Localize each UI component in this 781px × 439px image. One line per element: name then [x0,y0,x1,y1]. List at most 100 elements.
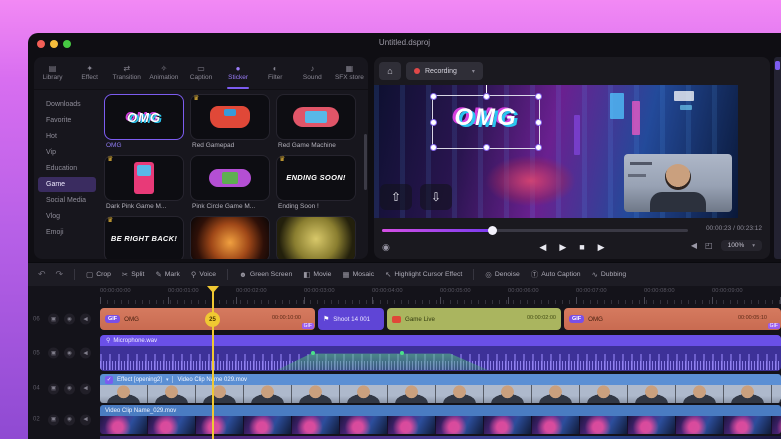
tab-sticker[interactable]: ● Sticker [220,57,257,89]
hide-track-icon[interactable]: ◉ [64,313,75,325]
mute-track-icon[interactable]: ◀ [80,347,91,359]
sticker-red-game-machine[interactable]: Red Game Machine [276,94,356,149]
split-button[interactable]: ✂ Split [122,270,145,279]
tab-sound[interactable]: ♪ Sound [294,57,331,89]
dubbing-button[interactable]: ∿ Dubbing [592,270,627,279]
tab-sfx-store[interactable]: ▦ SFX store [331,57,368,89]
sticker-dark-pink-game-machine[interactable]: ♛ Dark Pink Game M... [104,155,184,210]
clip-shoot[interactable]: ⚑ Shoot 14 001 [318,308,384,330]
mark-icon: ✎ [155,270,162,279]
preview-viewport[interactable]: OMG ⇧ ⇩ [374,85,738,218]
neon-sign [632,101,640,135]
hide-track-icon[interactable]: ◉ [64,414,75,425]
volume-button[interactable]: ◀ [691,241,697,250]
preview-zoom-select[interactable]: 100% ▾ [720,240,762,251]
clip-duration: 00:00:02:00 [526,315,556,321]
voice-button[interactable]: ⚲ Voice [191,270,216,279]
clip-game-live[interactable]: Game Live 00:00:02:00 [387,308,561,330]
category-game[interactable]: Game [38,177,96,192]
previous-frame-button[interactable]: ◀ [539,241,546,253]
lock-track-icon[interactable]: ▣ [48,313,59,325]
category-vip[interactable]: Vip [38,145,96,160]
category-education[interactable]: Education [38,161,96,176]
auto-caption-button[interactable]: Ⓣ Auto Caption [531,269,581,280]
snapshot-button[interactable]: ◉ [382,242,390,253]
category-vlog[interactable]: Vlog [38,209,96,224]
resize-handle[interactable] [535,144,542,151]
tab-effect[interactable]: ✦ Effect [71,57,108,89]
neon-sign [674,91,694,101]
category-social-media[interactable]: Social Media [38,193,96,208]
clip-game-video[interactable]: Video Clip Name_029.mov [100,405,781,434]
background-shelf [628,174,646,177]
tab-animation[interactable]: ✧ Animation [145,57,182,89]
resize-handle[interactable] [535,93,542,100]
overlay-arrow-up-button[interactable]: ⇧ [380,184,412,210]
resize-handle[interactable] [483,144,490,151]
seek-handle[interactable] [488,226,498,235]
home-button[interactable]: ⌂ [379,62,401,80]
effect-check-icon[interactable]: ✓ [105,375,113,384]
movie-button[interactable]: ◧ Movie [303,270,331,279]
mute-track-icon[interactable]: ◀ [80,414,91,425]
category-downloads[interactable]: Downloads [38,97,96,112]
panel-badge [775,61,780,70]
collapsed-side-panel[interactable] [774,57,781,259]
mosaic-button[interactable]: ▦ Mosaic [342,270,374,279]
lock-track-icon[interactable]: ▣ [48,414,59,425]
undo-button[interactable]: ↶ [38,269,46,280]
playhead-badge[interactable]: 25 [205,312,220,327]
overlay-arrow-down-button[interactable]: ⇩ [420,184,452,210]
tab-filter[interactable]: ◐ Filter [257,57,294,89]
hide-track-icon[interactable]: ◉ [64,347,75,359]
sticker-red-gamepad[interactable]: ♛ Red Gamepad [190,94,270,149]
redo-button[interactable]: ↷ [56,269,64,280]
filmstrip-frame [676,416,724,434]
sticker-glow[interactable] [276,216,356,259]
resize-handle[interactable] [483,93,490,100]
mute-track-icon[interactable]: ◀ [80,383,91,394]
category-favorite[interactable]: Favorite [38,113,96,128]
playhead[interactable] [212,286,214,439]
timeline-ruler[interactable]: 00:00:00:00 00:00:01:00 00:00:02:00 00:0… [100,288,780,294]
resize-handle[interactable] [430,144,437,151]
seek-bar[interactable] [382,226,688,235]
webcam-overlay[interactable] [624,154,732,212]
sticker-omg[interactable]: OMG OMG [104,94,184,149]
highlight-cursor-effect-button[interactable]: ↖ Highlight Cursor Effect [385,270,462,279]
clip-microphone[interactable]: ⚲ Microphone.wav [100,335,781,371]
play-button[interactable]: ▶ [559,241,566,253]
stop-button[interactable]: ■ [579,241,584,253]
ruler-ticks[interactable] [100,297,781,304]
mark-button[interactable]: ✎ Mark [155,270,179,279]
hide-track-icon[interactable]: ◉ [64,383,75,394]
gamepad-art [210,106,250,128]
recording-dropdown[interactable]: Recording ▾ [406,62,483,80]
playhead-head[interactable] [207,286,219,293]
keyframe-dot[interactable] [399,351,404,355]
sticker-pink-circle-game-machine[interactable]: Pink Circle Game M... [190,155,270,210]
tab-caption[interactable]: ▭ Caption [182,57,219,89]
denoise-button[interactable]: ◎ Denoise [485,270,519,279]
clip-webcam-video[interactable]: ✓ Effect [opening2] ▾ Video Clip Name 02… [100,374,781,403]
lock-track-icon[interactable]: ▣ [48,383,59,394]
sticker-ending-soon[interactable]: ♛ ENDING SOON! Ending Soon ! [276,155,356,210]
mute-track-icon[interactable]: ◀ [80,313,91,325]
crop-button[interactable]: ▢ Crop [86,270,111,279]
clip-gif-omg-2[interactable]: GIF OMG 00:00:05:10 GIF [564,308,781,330]
green-screen-button[interactable]: ☻ Green Screen [239,270,292,279]
caption-icon: ▭ [197,64,205,73]
lock-track-icon[interactable]: ▣ [48,347,59,359]
sticker-be-right-back[interactable]: ♛ BE RIGHT BACK! [104,216,184,259]
category-emoji[interactable]: Emoji [38,225,96,240]
next-frame-button[interactable]: ▶ [598,241,605,253]
tab-transition[interactable]: ⇄ Transition [108,57,145,89]
sticker-grid-scrollbar[interactable] [364,134,367,190]
omg-sticker-overlay[interactable]: OMG [430,85,542,151]
resize-handle[interactable] [430,93,437,100]
fullscreen-button[interactable]: ◰ [705,241,713,250]
category-hot[interactable]: Hot [38,129,96,144]
redo-icon: ↷ [55,269,64,279]
sticker-fire[interactable] [190,216,270,259]
tab-library[interactable]: ▤ Library [34,57,71,89]
